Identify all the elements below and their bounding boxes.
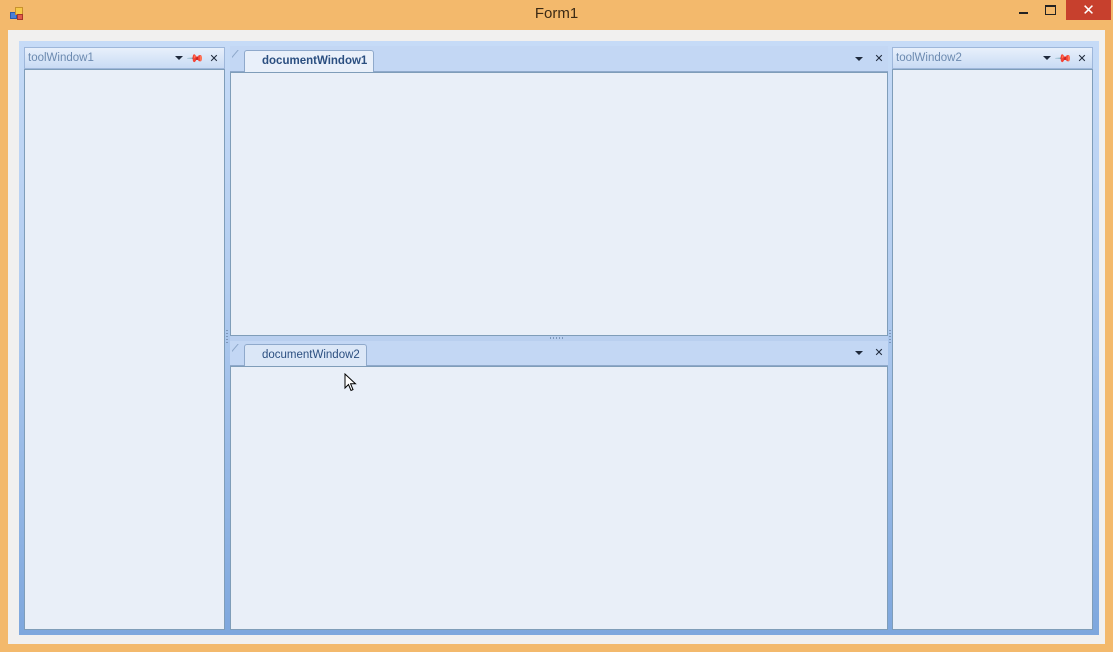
document-window-2-body[interactable] [230, 366, 888, 630]
minimize-button[interactable] [1012, 0, 1034, 20]
document-2-close-icon[interactable]: ✕ [872, 344, 886, 360]
document-1-dropdown-icon[interactable] [852, 51, 866, 67]
close-icon: ✕ [1082, 2, 1095, 19]
tab-document-window-2[interactable]: documentWindow2 [244, 344, 367, 366]
maximize-icon [1044, 5, 1056, 15]
tool-window-1-dropdown-icon[interactable] [172, 50, 186, 66]
left-splitter-grip[interactable] [226, 330, 228, 344]
right-splitter-grip[interactable] [889, 330, 891, 344]
tab-document-window-1-label: documentWindow1 [262, 55, 368, 67]
document-1-close-icon[interactable]: ✕ [872, 50, 886, 66]
minimize-icon [1018, 12, 1028, 14]
tool-window-1-body[interactable] [24, 69, 225, 630]
window-title: Form1 [534, 5, 579, 22]
tool-window-1-title: toolWindow1 [28, 52, 94, 64]
tool-window-2-header[interactable]: toolWindow2 📌 ✕ [892, 47, 1093, 69]
tab-document-window-2-label: documentWindow2 [262, 349, 360, 361]
tool-window-1-header[interactable]: toolWindow1 📌 ✕ [24, 47, 225, 69]
maximize-button[interactable] [1039, 0, 1061, 20]
document-2-dropdown-icon[interactable] [852, 345, 866, 361]
tool-window-2-body[interactable] [892, 69, 1093, 630]
mouse-pointer-icon [344, 373, 357, 392]
window-titlebar[interactable]: Form1 ✕ [0, 0, 1113, 28]
tool-window-1-pin-icon[interactable]: 📌 [185, 47, 206, 68]
tool-window-2-pin-icon[interactable]: 📌 [1053, 47, 1074, 68]
tool-window-2-dropdown-icon[interactable] [1040, 50, 1054, 66]
close-button[interactable]: ✕ [1066, 0, 1111, 20]
tool-window-2-title: toolWindow2 [896, 52, 962, 64]
document-window-1-body[interactable] [230, 72, 888, 336]
tool-window-1-close-icon[interactable]: ✕ [207, 50, 221, 66]
tool-window-2-close-icon[interactable]: ✕ [1075, 50, 1089, 66]
document-splitter-grip[interactable] [550, 337, 564, 339]
tab-document-window-1[interactable]: documentWindow1 [244, 50, 374, 72]
